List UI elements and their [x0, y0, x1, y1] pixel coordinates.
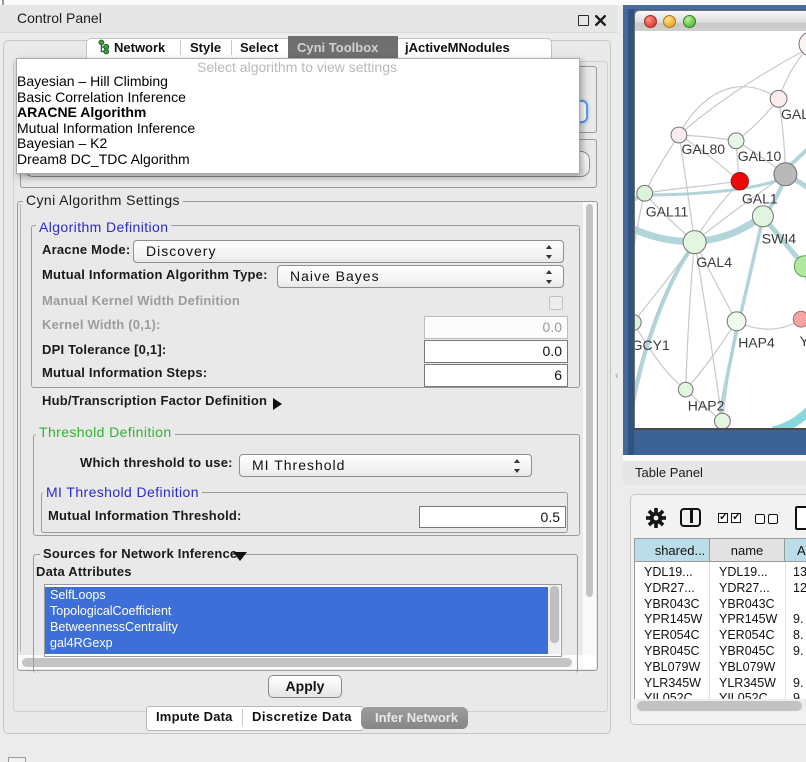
- svg-text:Y: Y: [800, 333, 806, 349]
- svg-text:GAL4: GAL4: [696, 254, 732, 270]
- svg-text:GAL1: GAL1: [742, 191, 778, 207]
- svg-text:HAP4: HAP4: [738, 335, 775, 351]
- svg-text:SWI4: SWI4: [762, 231, 796, 247]
- svg-text:GAL80: GAL80: [682, 141, 726, 157]
- svg-text:GAL2: GAL2: [781, 106, 806, 122]
- svg-text:GCY1: GCY1: [635, 337, 670, 353]
- svg-text:GAL10: GAL10: [738, 148, 782, 164]
- svg-text:GAL11: GAL11: [646, 204, 689, 220]
- svg-text:HAP2: HAP2: [688, 398, 725, 414]
